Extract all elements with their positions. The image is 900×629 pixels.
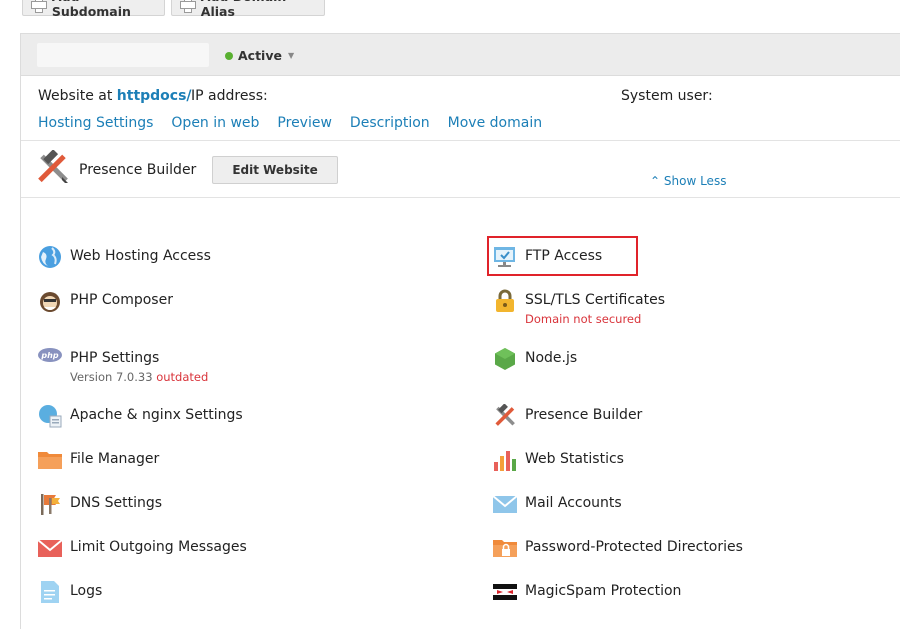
php-icon: php <box>38 347 62 371</box>
item-label: Apache & nginx Settings <box>70 407 243 423</box>
item-label: Mail Accounts <box>525 495 622 511</box>
domain-header: Active ▼ <box>21 34 900 76</box>
outdated-warning: outdated <box>156 370 209 384</box>
add-subdomain-button[interactable]: Add Subdomain <box>22 0 165 19</box>
mail-accounts-item[interactable]: Mail Accounts <box>492 492 622 516</box>
web-hosting-access-item[interactable]: Web Hosting Access <box>38 245 211 269</box>
limit-outgoing-messages-item[interactable]: Limit Outgoing Messages <box>37 536 247 560</box>
chevron-down-icon: ▼ <box>287 51 295 60</box>
httpdocs-link[interactable]: httpdocs/ <box>117 88 192 104</box>
presence-builder-item[interactable]: Presence Builder <box>493 403 643 428</box>
item-label: PHP Settings <box>70 350 160 366</box>
plus-icon <box>180 0 196 13</box>
nodejs-hexagon-icon <box>493 347 517 371</box>
globe-icon <box>38 245 62 269</box>
php-settings-item[interactable]: php PHP Settings Version 7.0.33 outdated <box>38 347 208 385</box>
nodejs-item[interactable]: Node.js <box>493 347 577 371</box>
hosting-settings-link[interactable]: Hosting Settings <box>38 115 153 131</box>
item-label: Node.js <box>525 350 578 366</box>
active-status-dot <box>225 51 233 60</box>
file-manager-item[interactable]: File Manager <box>38 448 159 472</box>
item-label: PHP Composer <box>70 292 173 308</box>
item-label: DNS Settings <box>70 495 163 511</box>
password-protected-directories-item[interactable]: Password-Protected Directories <box>493 536 743 560</box>
add-subdomain-label: Add Subdomain <box>51 0 131 19</box>
server-settings-icon <box>38 404 62 428</box>
php-version-note: Version 7.0.33 outdated <box>70 369 208 385</box>
system-user-label: System user: <box>621 88 713 104</box>
presence-builder-label: Presence Builder <box>79 162 197 178</box>
status-label: Active <box>238 48 282 63</box>
logs-item[interactable]: Logs <box>38 580 102 604</box>
mail-icon <box>492 492 518 516</box>
magicspam-ninja-icon <box>493 580 517 604</box>
ssl-tls-certificates-item[interactable]: SSL/TLS Certificates Domain not secured <box>493 289 665 327</box>
hammer-tools-icon <box>493 403 517 428</box>
envelope-icon <box>37 536 63 560</box>
presence-builder-row: Presence Builder Edit Website <box>35 149 338 190</box>
dns-settings-item[interactable]: DNS Settings <box>38 492 162 516</box>
item-label: Web Statistics <box>525 451 624 467</box>
item-label: File Manager <box>70 451 160 467</box>
web-statistics-item[interactable]: Web Statistics <box>493 448 624 472</box>
divider <box>21 140 900 141</box>
item-label: Limit Outgoing Messages <box>70 539 247 555</box>
preview-link[interactable]: Preview <box>277 115 332 131</box>
apache-nginx-settings-item[interactable]: Apache & nginx Settings <box>38 404 243 428</box>
folder-icon <box>38 448 62 472</box>
move-domain-link[interactable]: Move domain <box>448 115 542 131</box>
add-domain-alias-button[interactable]: Add Domain Alias <box>171 0 325 19</box>
website-at: Website at httpdocs/ <box>38 88 192 104</box>
php-composer-item[interactable]: PHP Composer <box>38 289 173 313</box>
website-at-prefix: Website at <box>38 88 113 104</box>
item-label: MagicSpam Protection <box>525 583 682 599</box>
chevron-up-icon: ⌃ <box>650 174 661 188</box>
ip-address-label: IP address: <box>191 88 268 104</box>
dns-flag-icon <box>38 492 62 516</box>
item-label: Logs <box>70 583 103 599</box>
plus-icon <box>31 0 47 13</box>
ftp-access-highlight <box>487 236 638 276</box>
locked-folder-icon <box>493 536 517 560</box>
show-less-label: Show Less <box>663 174 727 188</box>
description-link[interactable]: Description <box>350 115 430 131</box>
item-label: SSL/TLS Certificates <box>525 292 665 308</box>
item-label: Password-Protected Directories <box>525 539 743 555</box>
hammer-tools-icon <box>35 149 71 190</box>
item-label: Presence Builder <box>525 407 643 423</box>
show-less-link[interactable]: ⌃ Show Less <box>650 174 726 188</box>
domain-links: Hosting Settings Open in web Preview Des… <box>38 115 560 131</box>
lock-icon <box>493 289 517 313</box>
add-domain-alias-label: Add Domain Alias <box>200 0 287 19</box>
domain-not-secured-warning: Domain not secured <box>525 312 642 326</box>
edit-website-button[interactable]: Edit Website <box>212 156 338 184</box>
log-document-icon <box>38 580 62 604</box>
magicspam-protection-item[interactable]: MagicSpam Protection <box>493 580 681 604</box>
php-version: Version 7.0.33 <box>70 370 153 384</box>
open-in-web-link[interactable]: Open in web <box>171 115 259 131</box>
composer-icon <box>38 289 62 313</box>
status-dropdown[interactable]: Active ▼ <box>225 48 294 63</box>
domain-name-placeholder[interactable] <box>37 43 209 67</box>
bar-chart-icon <box>493 448 517 472</box>
divider <box>21 197 900 198</box>
item-label: Web Hosting Access <box>70 248 211 264</box>
svg-text:php: php <box>40 351 58 360</box>
